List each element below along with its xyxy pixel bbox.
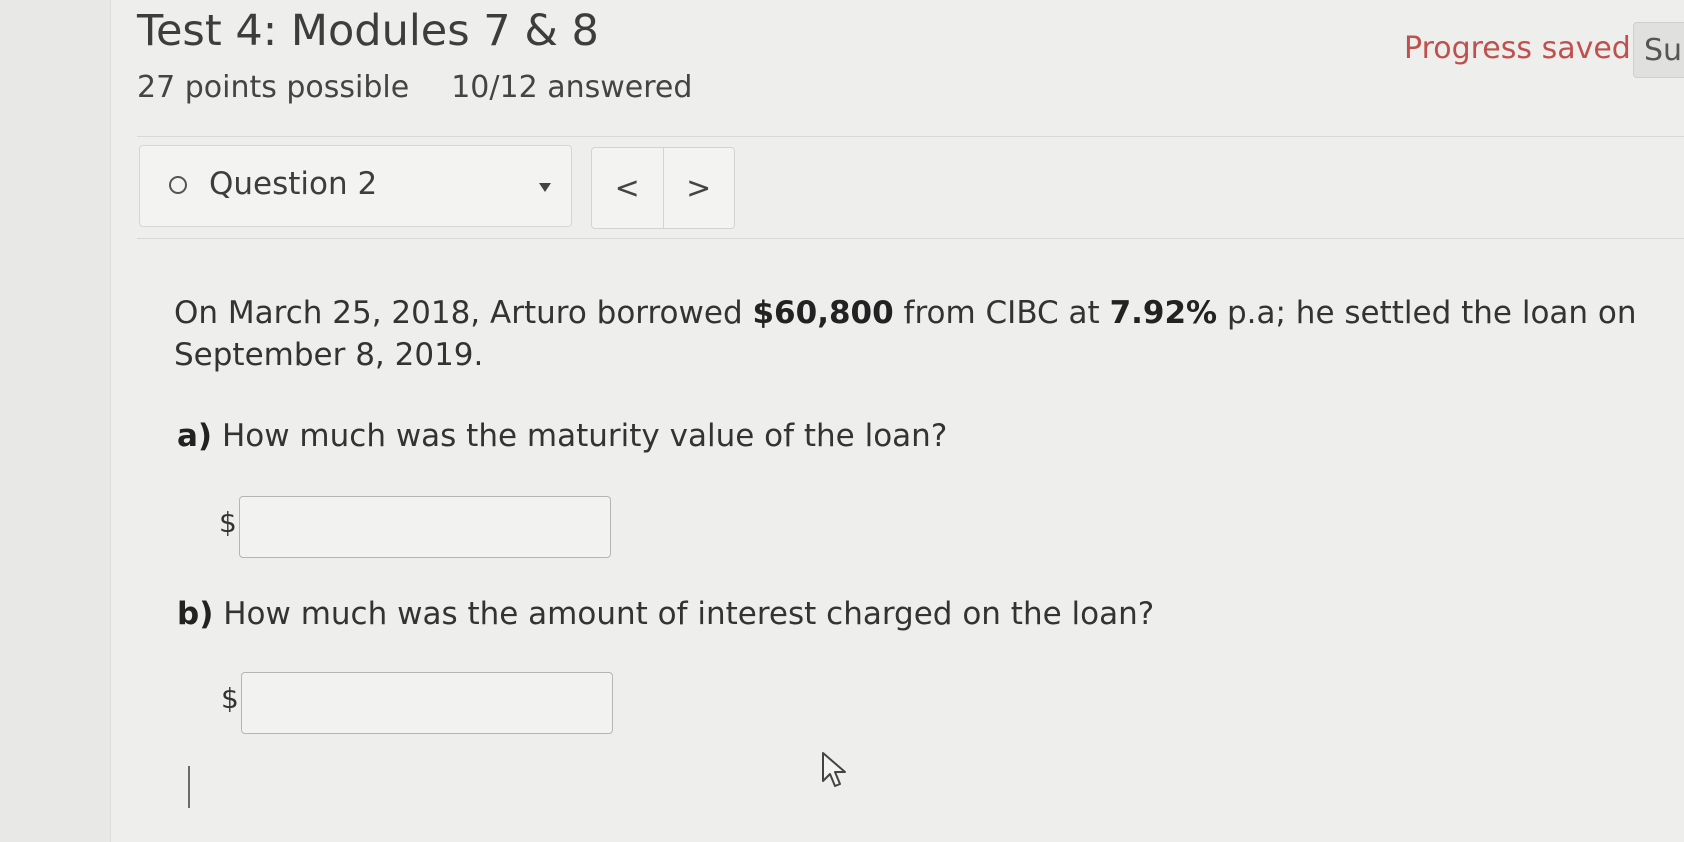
part-a-answer-input[interactable] xyxy=(239,496,611,558)
test-meta: 27 points possible 10/12 answered xyxy=(137,70,692,105)
problem-text-1: On March 25, 2018, Arturo borrowed xyxy=(174,295,753,331)
text-cursor xyxy=(188,766,190,808)
mouse-pointer-icon xyxy=(822,752,846,787)
answered-count: 10/12 answered xyxy=(451,70,693,105)
problem-text-2: from CIBC at xyxy=(893,295,1110,331)
part-b-answer-input[interactable] xyxy=(241,672,613,734)
part-a-question: a) How much was the maturity value of th… xyxy=(177,418,947,454)
loan-amount: $60,800 xyxy=(752,295,894,331)
left-rail xyxy=(0,0,111,842)
interest-rate: 7.92% xyxy=(1109,295,1218,331)
question-select-label: Question 2 xyxy=(209,166,378,202)
part-b-currency: $ xyxy=(221,682,239,715)
dropdown-caret-icon xyxy=(539,183,551,192)
part-a-currency: $ xyxy=(219,506,237,539)
submit-button[interactable]: Su xyxy=(1633,22,1684,78)
nav-divider xyxy=(137,238,1684,239)
part-a-text: How much was the maturity value of the l… xyxy=(212,418,948,454)
points-possible: 27 points possible xyxy=(137,70,410,105)
question-select[interactable]: Question 2 xyxy=(139,145,572,227)
part-a-letter: a) xyxy=(177,418,213,454)
part-b-question: b) How much was the amount of interest c… xyxy=(177,596,1154,632)
test-title: Test 4: Modules 7 & 8 xyxy=(137,6,599,56)
part-b-letter: b) xyxy=(177,596,214,632)
question-nav: < > xyxy=(591,147,735,229)
header-divider xyxy=(137,136,1684,137)
question-status-circle-icon xyxy=(169,176,187,194)
progress-saved-status: Progress saved xyxy=(1404,31,1631,66)
problem-text: On March 25, 2018, Arturo borrowed $60,8… xyxy=(174,292,1644,376)
part-b-text: How much was the amount of interest char… xyxy=(213,596,1155,632)
prev-question-button[interactable]: < xyxy=(592,148,663,228)
next-question-button[interactable]: > xyxy=(662,148,735,228)
